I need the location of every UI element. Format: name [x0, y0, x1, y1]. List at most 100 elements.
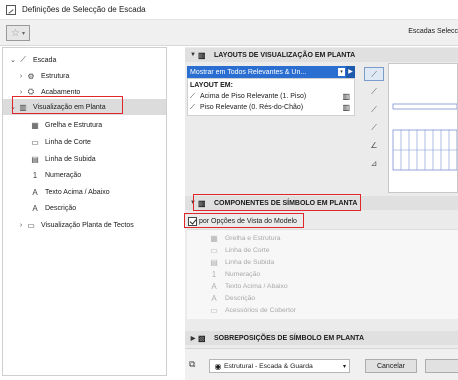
layout-tool-4-icon[interactable]: ⟋ — [364, 121, 384, 135]
pen-icon: ⟋ — [190, 92, 195, 100]
component-item-texto: A Texto Acima / Abaixo — [207, 281, 288, 292]
component-list: ▦ Grelha e Estrutura ▭ Linha de Corte ▤ … — [187, 229, 458, 319]
chevron-down-icon: ▾ — [21, 30, 25, 37]
chevron-right-icon[interactable]: › — [17, 222, 25, 229]
chevron-down-icon[interactable]: ▾ — [343, 363, 346, 370]
component-item-linha-corte: ▭ Linha de Corte — [207, 245, 270, 256]
layer-value: Estrutural - Escada & Guarda — [224, 362, 313, 370]
tree-item-label: Texto Acima / Abaixo — [45, 188, 110, 196]
component-label: Texto Acima / Abaixo — [225, 283, 288, 290]
star-icon: ☆ — [11, 27, 20, 39]
favorites-bar: ☆ ▾ Escadas Selecc — [0, 20, 458, 46]
layout-list: LAYOUT EM: ⟋ Acima de Piso Relevante (1.… — [187, 78, 355, 116]
ceiling-plan-icon: ▭ — [27, 220, 35, 230]
layout-tool-1-icon[interactable]: ⟋ — [364, 67, 384, 81]
play-arrow-icon[interactable]: ▶ — [346, 66, 355, 78]
layout-list-header: LAYOUT EM: — [190, 82, 233, 89]
numbering-icon: 1 — [211, 270, 217, 279]
ok-button[interactable] — [425, 359, 458, 373]
break-line-icon: ▭ — [31, 137, 39, 147]
section-header-layouts[interactable]: ▼ ▥ LAYOUTS DE VISUALIZAÇÃO EM PLANTA — [185, 48, 458, 62]
stair-grid-icon: ▥ — [342, 103, 350, 112]
layout-mode-select[interactable]: Mostrar em Todos Relevantes & Un... ▾ ▶ — [187, 66, 355, 78]
component-item-descricao: A Descrição — [207, 293, 255, 304]
stair-grid-icon: ▥ — [342, 92, 350, 101]
component-label: Grelha e Estrutura — [225, 235, 281, 242]
layout-tool-strip: ⟋ ⟋ ⟋ ⟋ ∠ ⊿ — [364, 63, 386, 183]
tree-item-label: Acabamento — [41, 88, 81, 96]
highlight-frame — [12, 96, 123, 114]
layout-tool-6-icon[interactable]: ⊿ — [364, 157, 384, 171]
tree-item-grelha[interactable]: ▦ Grelha e Estrutura — [3, 117, 166, 133]
stair-preview — [388, 63, 458, 193]
grid-icon: ▦ — [210, 234, 218, 243]
floor-plan-icon: ▥ — [198, 50, 206, 60]
pen-icon: ⟋ — [190, 103, 195, 111]
component-label: Acessórios de Cobertor — [225, 307, 297, 314]
tree-item-numeracao[interactable]: 1 Numeração — [3, 167, 166, 183]
layer-icon: ⧉ — [189, 359, 196, 369]
tree-item-linha-subida[interactable]: ▤ Linha de Subida — [3, 151, 166, 167]
tree-item-descricao[interactable]: A Descrição — [3, 200, 166, 216]
component-item-linha-subida: ▤ Linha de Subida — [207, 257, 274, 268]
tree-item-label: Descrição — [45, 204, 77, 212]
favorites-button[interactable]: ☆ ▾ — [6, 25, 30, 41]
layout-mode-value: Mostrar em Todos Relevantes & Un... — [190, 68, 307, 76]
component-item-grelha: ▦ Grelha e Estrutura — [207, 233, 281, 244]
tree-item-label: Linha de Corte — [45, 138, 91, 146]
text-icon: A — [211, 282, 217, 291]
chevron-down-icon[interactable]: ⌄ — [9, 56, 17, 64]
section-title: LAYOUTS DE VISUALIZAÇÃO EM PLANTA — [214, 51, 356, 59]
window-titlebar: Definições de Selecção de Escada — [0, 0, 458, 20]
chevron-down-icon[interactable]: ▾ — [338, 68, 345, 76]
description-icon: A — [32, 203, 38, 213]
stair-preview-drawing — [392, 103, 457, 171]
stair-app-icon — [6, 4, 16, 15]
layout-tool-5-icon[interactable]: ∠ — [364, 139, 384, 153]
section-header-overrides[interactable]: ▶ ▧ SOBREPOSIÇÕES DE SÍMBOLO EM PLANTA — [185, 331, 458, 345]
component-item-numeracao: 1 Numeração — [207, 269, 260, 280]
layout-row-label: Acima de Piso Relevante (1. Piso) — [200, 93, 307, 100]
layout-row[interactable]: ⟋ Piso Relevante (0. Rés-do-Chão) ▥ — [190, 102, 354, 113]
layout-tool-2-icon[interactable]: ⟋ — [364, 85, 384, 99]
tree-item-linha-corte[interactable]: ▭ Linha de Corte — [3, 134, 166, 150]
walking-line-icon: ▤ — [31, 154, 39, 164]
numbering-icon: 1 — [32, 170, 38, 180]
tree-item-label: Visualização Planta de Tectos — [41, 221, 134, 229]
component-label: Descrição — [225, 295, 256, 302]
tree-item-planta-tectos[interactable]: › ▭ Visualização Planta de Tectos — [3, 217, 166, 233]
window-title: Definições de Selecção de Escada — [22, 5, 146, 14]
tree-item-estrutura[interactable]: › ⚙ Estrutura — [3, 68, 166, 84]
chevron-right-icon[interactable]: › — [17, 89, 25, 96]
tree-item-label: Estrutura — [41, 72, 70, 80]
layout-row[interactable]: ⟋ Acima de Piso Relevante (1. Piso) ▥ — [190, 91, 354, 102]
override-icon: ▧ — [198, 333, 206, 343]
component-label: Numeração — [225, 271, 261, 278]
section-title: SOBREPOSIÇÕES DE SÍMBOLO EM PLANTA — [214, 334, 364, 342]
eye-icon: ◉ — [214, 361, 222, 371]
grid-icon: ▦ — [31, 120, 39, 130]
cancel-button[interactable]: Cancelar — [365, 359, 417, 373]
layout-row-label: Piso Relevante (0. Rés-do-Chão) — [200, 104, 304, 111]
tree-item-label: Numeração — [45, 171, 82, 179]
selected-stairs-label: Escadas Selecc — [408, 28, 458, 35]
description-icon: A — [211, 294, 217, 303]
expand-triangle-icon[interactable]: ▶ — [188, 335, 198, 342]
collapse-triangle-icon[interactable]: ▼ — [188, 52, 198, 58]
tree-item-label: Grelha e Estrutura — [45, 121, 103, 129]
component-label: Linha de Subida — [225, 259, 275, 266]
layout-tool-3-icon[interactable]: ⟋ — [364, 103, 384, 117]
layer-select[interactable]: ◉ Estrutural - Escada & Guarda ▾ — [209, 359, 350, 373]
highlight-frame — [193, 194, 361, 211]
tree-item-label: Linha de Subida — [45, 155, 96, 163]
text-icon: A — [32, 187, 38, 197]
walking-line-icon: ▤ — [210, 258, 218, 267]
chevron-right-icon[interactable]: › — [17, 73, 25, 80]
stair-icon: ⟋ — [20, 55, 26, 64]
tree-item-label: Escada — [33, 56, 57, 64]
dialog-footer: ⧉ ◉ Estrutural - Escada & Guarda ▾ Cance… — [185, 348, 458, 380]
tree-item-texto[interactable]: A Texto Acima / Abaixo — [3, 184, 166, 200]
highlight-frame — [184, 213, 304, 228]
component-label: Linha de Corte — [225, 247, 270, 254]
tree-item-escada[interactable]: ⌄ ⟋ Escada — [3, 52, 166, 68]
